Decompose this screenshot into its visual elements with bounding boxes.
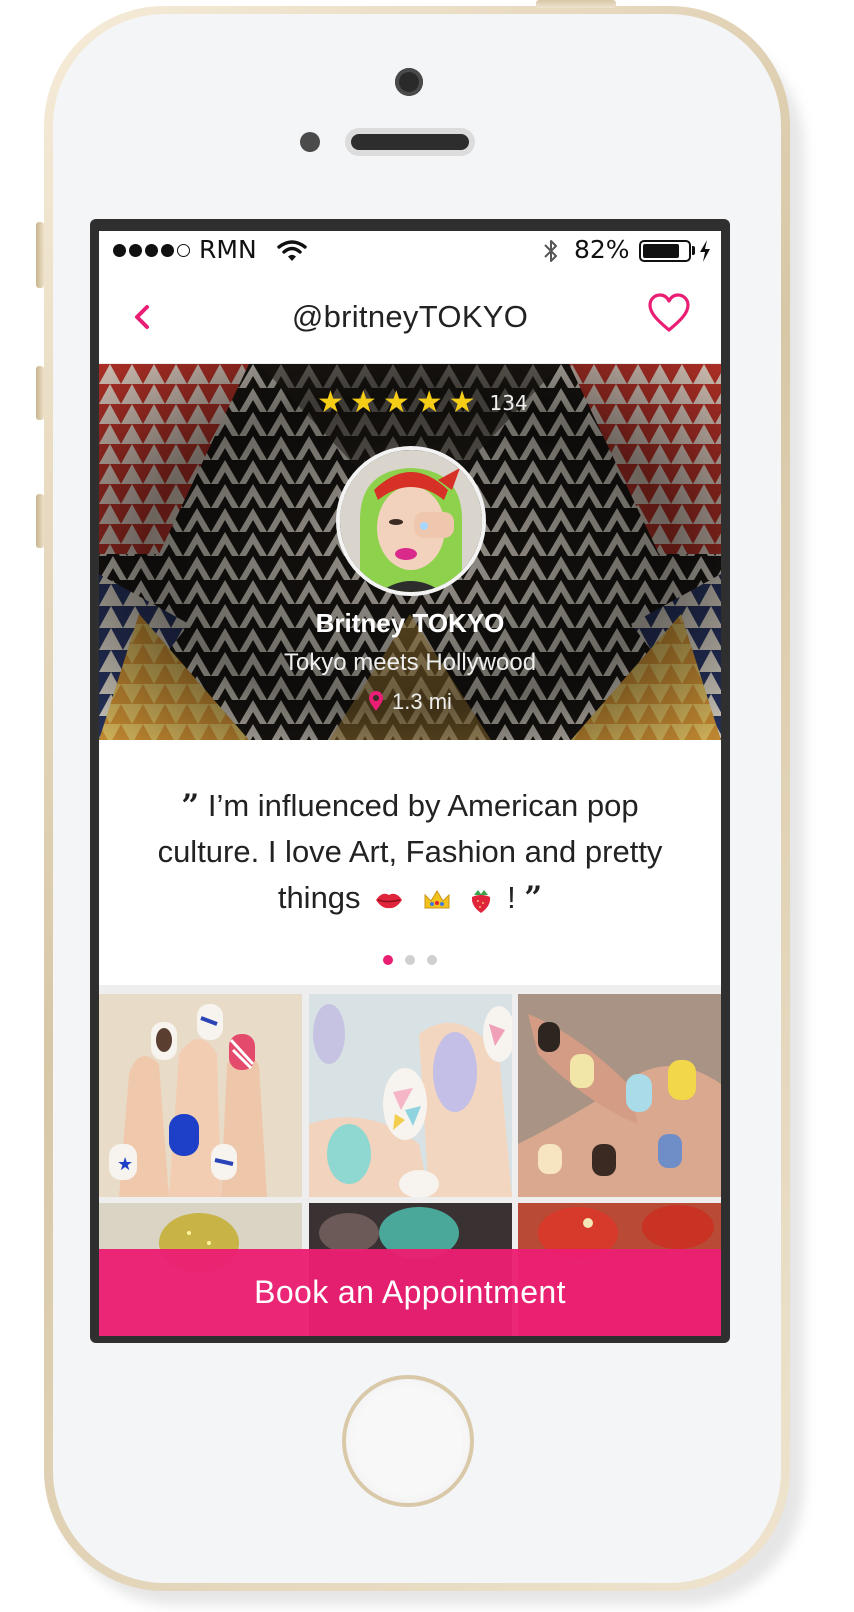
front-camera [395, 68, 423, 96]
volume-up-button [36, 366, 44, 420]
battery-icon [639, 240, 691, 262]
home-button[interactable] [342, 1375, 474, 1507]
book-appointment-button[interactable]: Book an Appointment [99, 1249, 721, 1336]
status-bar: RMN 82% [99, 231, 721, 271]
profile-header: ★ ★ ★ ★ ★ 134 Britney TOKYO Tokyo meets … [99, 364, 721, 740]
nail-photo-character-art[interactable] [518, 994, 721, 1197]
lips-emoji [376, 893, 403, 908]
artist-tagline: Tokyo meets Hollywood [283, 649, 537, 676]
star-icon: ★ [415, 385, 443, 420]
earpiece-speaker [345, 128, 475, 156]
distance-label: 1.3 mi [392, 689, 452, 714]
svg-text:★: ★ [117, 1154, 133, 1175]
bio-end-text: ! [507, 880, 516, 915]
strawberry-emoji [472, 889, 491, 913]
crown-emoji [424, 889, 450, 909]
page-dot-3[interactable] [427, 955, 437, 965]
battery-percentage: 82% [574, 235, 630, 264]
nail-photo-pastel-triangles[interactable] [309, 994, 512, 1197]
distance: 1.3 mi [99, 689, 721, 715]
open-quote: ” [181, 788, 200, 824]
wifi-icon [277, 240, 307, 261]
star-icon: ★ [448, 385, 476, 420]
page-title: @britneyTOKYO [291, 299, 529, 334]
nail-photo-stars-stripes[interactable]: ★ [99, 994, 302, 1197]
carrier-label: RMN [199, 235, 257, 264]
power-button [536, 0, 616, 8]
heart-outline-icon[interactable] [647, 293, 691, 333]
charging-bolt-icon [700, 240, 710, 262]
page-dot-2[interactable] [405, 955, 415, 965]
star-icon: ★ [349, 385, 377, 420]
rating-count: 134 [489, 391, 528, 415]
app-screen: RMN 82% @britneyTOKYO ★ ★ ★ ★ ★ 134 Brit… [99, 231, 721, 1336]
avatar[interactable] [336, 446, 486, 596]
rating: ★ ★ ★ ★ ★ 134 [317, 388, 528, 418]
volume-down-button [36, 494, 44, 548]
close-quote: ” [524, 880, 543, 916]
mute-switch [36, 222, 44, 288]
location-pin-icon [369, 691, 384, 711]
navigation-bar: @britneyTOKYO [99, 271, 721, 364]
page-indicator[interactable] [99, 955, 721, 965]
battery-tip [692, 246, 695, 255]
artist-name: Britney TOKYO [315, 608, 505, 638]
star-icon: ★ [382, 385, 410, 420]
page-dot-1[interactable] [383, 955, 393, 965]
bio-quote: ” I’m influenced by American pop culture… [139, 783, 681, 921]
bio-text: I’m influenced by American pop culture. … [157, 788, 663, 915]
proximity-sensor [300, 132, 320, 152]
signal-strength-icon [113, 244, 190, 257]
star-icon: ★ [317, 385, 344, 420]
bluetooth-icon [544, 240, 557, 262]
